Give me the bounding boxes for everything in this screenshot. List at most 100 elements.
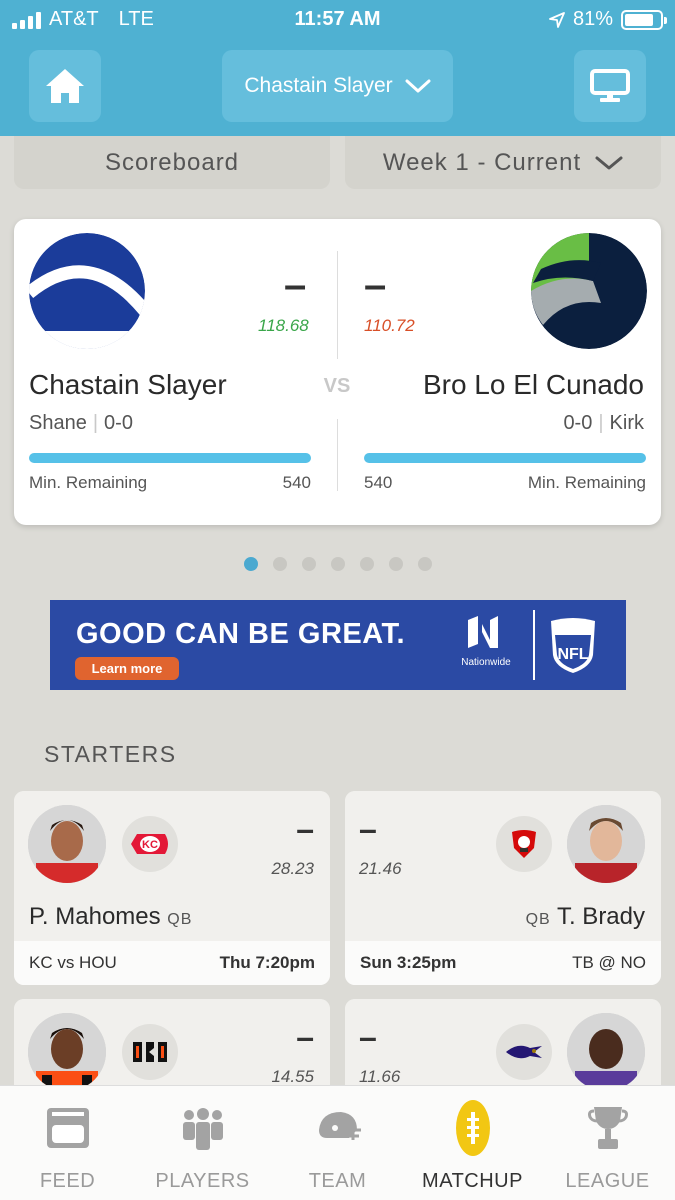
team-selector-label: Chastain Slayer [244, 74, 393, 97]
home-owner-record: Shane | 0-0 [29, 412, 133, 434]
page-dot[interactable] [389, 557, 403, 571]
league-name: NFL [557, 646, 588, 663]
home-button[interactable] [29, 50, 101, 122]
player-score: – [296, 811, 314, 847]
scoreboard-label: Scoreboard [104, 148, 240, 176]
ad-banner[interactable]: GOOD CAN BE GREAT. Learn more Nationwide… [50, 600, 626, 690]
battery-icon [621, 9, 667, 30]
player-name-row: QB T. Brady [526, 903, 645, 931]
divider [337, 251, 338, 359]
nav-label: LEAGUE [565, 1170, 650, 1192]
nav-label: TEAM [308, 1170, 367, 1192]
page-dot[interactable] [418, 557, 432, 571]
week-label: Week 1 - Current [382, 148, 582, 176]
nav-league[interactable]: LEAGUE [540, 1086, 675, 1200]
home-owner: Shane [29, 412, 87, 434]
helmet-icon [310, 1098, 365, 1158]
min-remaining-label: Min. Remaining [29, 473, 148, 492]
divider [337, 419, 338, 491]
home-team-name: Chastain Slayer [29, 369, 227, 400]
game-matchup: TB @ NO [572, 953, 646, 972]
min-remaining-value: 540 [364, 473, 393, 492]
player-card[interactable]: – 21.46 QB T. Brady Sun 3:25pm TB @ NO [345, 791, 661, 985]
football-icon [445, 1098, 500, 1158]
player-projected: 11.66 [359, 1067, 401, 1086]
away-record: 0-0 [563, 412, 593, 434]
location-icon [549, 11, 565, 28]
game-matchup: KC vs HOU [29, 953, 117, 972]
svg-text:KC: KC [142, 839, 158, 851]
game-time: Thu 7:20pm [219, 953, 315, 972]
page-dot[interactable] [244, 557, 258, 571]
player-projected: 21.46 [359, 859, 402, 878]
player-score: – [359, 811, 377, 847]
week-selector[interactable]: Week 1 - Current [345, 136, 661, 189]
player-avatar [28, 805, 106, 883]
player-avatar [28, 1013, 106, 1091]
player-score: – [359, 1019, 377, 1055]
player-position: QB [525, 911, 551, 928]
away-min-remaining: 540 Min. Remaining [364, 473, 646, 493]
status-bar: AT&T LTE 11:57 AM 81% [0, 0, 675, 38]
nfl-logo: NFL [547, 613, 599, 675]
chevron-down-icon [595, 156, 623, 169]
battery-percent: 81% [572, 8, 613, 30]
team-logo-tb [496, 816, 552, 872]
min-remaining-value: 540 [282, 473, 311, 492]
away-owner-record: 0-0 | Kirk [563, 412, 644, 434]
game-info: Sun 3:25pm TB @ NO [345, 941, 661, 985]
ad-learn-more-button[interactable]: Learn more [75, 657, 179, 680]
nav-team[interactable]: TEAM [270, 1086, 405, 1200]
chevron-down-icon [405, 79, 431, 93]
home-score: – [284, 263, 307, 307]
section-title: STARTERS [44, 741, 177, 767]
nav-matchup[interactable]: MATCHUP [405, 1086, 540, 1200]
page-dot[interactable] [302, 557, 316, 571]
team-logo-kc: KC [122, 816, 178, 872]
nav-label: PLAYERS [155, 1170, 250, 1192]
home-progress-bar [29, 453, 311, 463]
sponsor-name: Nationwide [461, 657, 511, 668]
away-projected: 110.72 [364, 316, 415, 335]
team-logo-away [531, 233, 647, 349]
feed-icon [40, 1098, 95, 1158]
matchup-card[interactable]: – 118.68 VS – 110.72 Chastain Slayer Bro… [14, 219, 661, 525]
player-card[interactable]: KC – 28.23 P. Mahomes QB KC vs HOU Thu 7… [14, 791, 330, 985]
home-projected: 118.68 [258, 316, 309, 335]
team-selector-button[interactable]: Chastain Slayer [222, 50, 453, 122]
vs-label: VS [323, 375, 351, 397]
app-header: AT&T LTE 11:57 AM 81% Chastain Slayer [0, 0, 675, 136]
tv-mode-button[interactable] [574, 50, 646, 122]
monitor-icon [590, 69, 630, 102]
nav-label: FEED [39, 1170, 96, 1192]
players-icon [175, 1098, 230, 1158]
divider [533, 610, 535, 680]
ad-headline: GOOD CAN BE GREAT. [76, 618, 406, 650]
away-progress-bar [364, 453, 646, 463]
player-projected: 14.55 [271, 1067, 314, 1086]
nav-players[interactable]: PLAYERS [135, 1086, 270, 1200]
player-name: P. Mahomes [29, 903, 161, 930]
trophy-icon [580, 1098, 635, 1158]
player-avatar [567, 805, 645, 883]
nationwide-logo: Nationwide [450, 614, 522, 678]
bottom-nav: FEED PLAYERS TEAM MATCHUP LEAGUE [0, 1085, 675, 1200]
player-position: QB [167, 911, 193, 928]
page-indicator[interactable] [244, 557, 432, 571]
player-score: – [296, 1019, 314, 1055]
home-icon [46, 69, 84, 103]
team-logo-home [29, 233, 145, 349]
game-info: KC vs HOU Thu 7:20pm [14, 941, 330, 985]
nav-label: MATCHUP [422, 1170, 523, 1192]
nav-feed[interactable]: FEED [0, 1086, 135, 1200]
away-score: – [364, 263, 387, 307]
home-min-remaining: Min. Remaining 540 [29, 473, 311, 493]
page-dot[interactable] [331, 557, 345, 571]
scoreboard-button[interactable]: Scoreboard [14, 136, 330, 189]
away-owner: Kirk [609, 412, 644, 434]
home-record: 0-0 [104, 412, 133, 434]
page-dot[interactable] [273, 557, 287, 571]
player-projected: 28.23 [271, 859, 314, 878]
page-dot[interactable] [360, 557, 374, 571]
away-team-name: Bro Lo El Cunado [422, 369, 644, 400]
